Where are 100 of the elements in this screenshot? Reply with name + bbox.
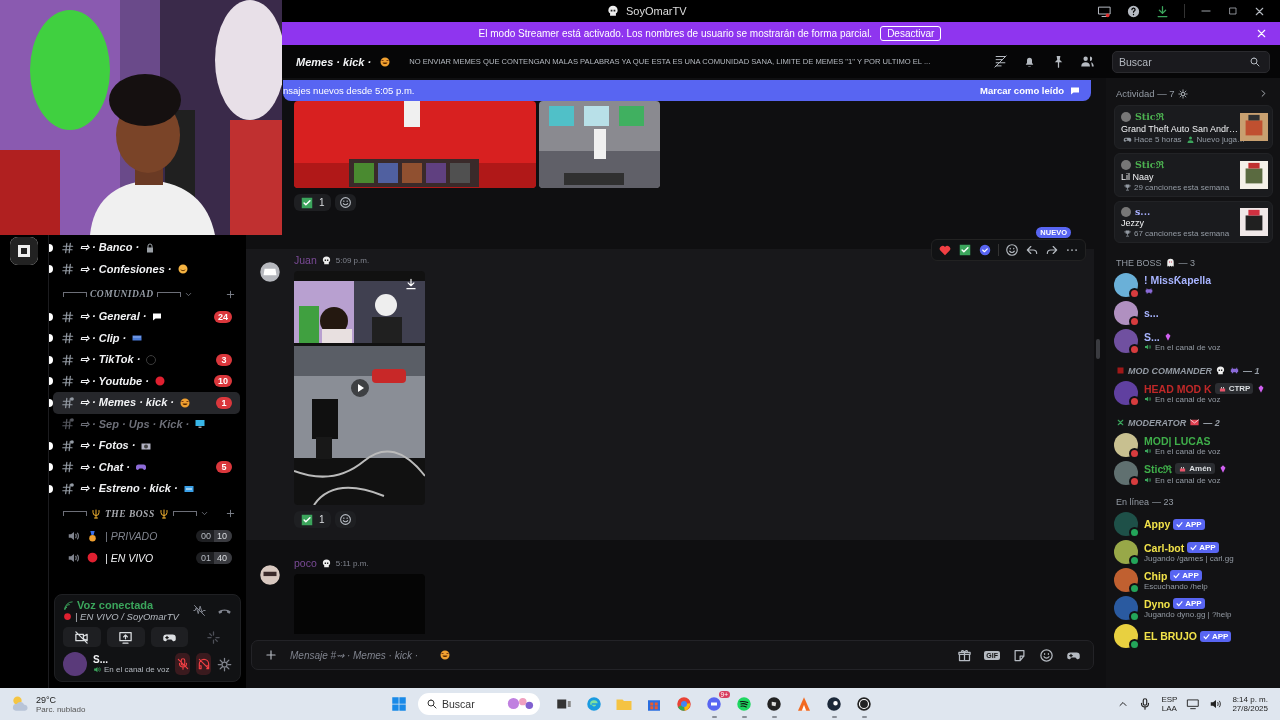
members-icon[interactable] <box>1080 54 1095 69</box>
activity-detail: Nuevo juga… <box>1196 135 1246 144</box>
activity-button[interactable] <box>150 627 189 647</box>
search-field[interactable]: Buscar <box>418 693 540 715</box>
microphone-button[interactable] <box>175 653 191 675</box>
member-item[interactable]: ! MissƘapella <box>1114 271 1273 299</box>
member-item[interactable]: s... <box>1114 299 1273 327</box>
temperature: 29°C <box>36 694 58 705</box>
game-launcher-icon[interactable] <box>825 695 843 713</box>
network-icon[interactable] <box>1186 697 1201 711</box>
download-icon[interactable] <box>404 277 418 291</box>
channel-item[interactable]: ⇨ · Sep · Ups · Kick · <box>53 413 240 435</box>
activity-card[interactable]: Sticℜ Lil Naay 29 canciones esta semana <box>1114 153 1273 197</box>
chat-app-icon[interactable] <box>705 695 723 713</box>
member-item[interactable]: Carl-bot APP Jugando /games | carl.gg <box>1114 538 1273 566</box>
recorder-icon[interactable] <box>855 695 873 713</box>
member-item[interactable]: Dyno APP Jugando dyno.gg | ?help <box>1114 594 1273 622</box>
add-reaction-button[interactable] <box>334 194 356 211</box>
user-name: s... <box>1135 206 1151 217</box>
music-app-icon[interactable] <box>735 695 753 713</box>
emoji-icon[interactable] <box>1039 647 1054 663</box>
voice-channel-name[interactable]: | EN VIVO / SoyOmarTV <box>75 611 179 622</box>
cake-icon <box>1217 384 1227 393</box>
member-item[interactable]: MOD| LUCAS En el canal de voz <box>1114 431 1273 459</box>
group-title: En línea <box>1116 497 1150 507</box>
member-name: Carl-bot <box>1144 541 1185 554</box>
add-attachment-icon[interactable] <box>264 648 278 662</box>
browser-icon[interactable] <box>675 695 693 713</box>
activity-detail: 29 canciones esta semana <box>1134 183 1230 192</box>
close-icon[interactable] <box>1255 27 1268 40</box>
add-reaction-button[interactable] <box>334 511 356 528</box>
member-activity: Jugando /games | carl.gg <box>1144 553 1234 563</box>
noise-suppression-icon[interactable] <box>192 603 207 618</box>
trident-icon <box>157 507 170 520</box>
user-avatar[interactable] <box>257 562 283 588</box>
screen-share-button[interactable] <box>106 627 145 647</box>
volume-icon[interactable] <box>1209 697 1224 711</box>
window-title: SoyOmarTV <box>626 5 687 17</box>
sticker-icon[interactable] <box>1012 647 1027 663</box>
add-channel-icon[interactable] <box>225 508 236 519</box>
activity-card[interactable]: Sticℜ Grand Theft Auto San Andr… Hace 5 horas Nuevo juga… <box>1114 105 1273 149</box>
reaction-button[interactable]: 1 <box>294 194 331 211</box>
checkmark-icon <box>1176 600 1184 607</box>
settings-icon[interactable] <box>217 656 232 672</box>
member-item[interactable]: Sticℜ Amén En el canal de voz <box>1114 459 1273 487</box>
skull-icon <box>606 4 620 18</box>
category-title[interactable]: COMUNIDAD <box>90 289 154 299</box>
activity-name: Jezzy <box>1121 218 1145 228</box>
member-item[interactable]: Chip APP Escuchando /help <box>1114 566 1273 594</box>
settings-icon[interactable] <box>1177 88 1188 99</box>
user-avatar[interactable] <box>257 259 283 285</box>
app-label: APP <box>1182 571 1199 580</box>
add-reaction-icon[interactable] <box>1005 243 1019 257</box>
help-icon[interactable] <box>1126 3 1141 19</box>
play-icon[interactable] <box>348 376 372 400</box>
member-item[interactable]: EL BRUJO APP <box>1114 622 1273 650</box>
smiley-icon <box>176 263 189 276</box>
camera-button[interactable] <box>63 627 101 647</box>
game-app-icon[interactable] <box>765 695 783 713</box>
verified-icon[interactable] <box>978 243 992 257</box>
reaction-button[interactable]: 1 <box>294 511 331 528</box>
skull-icon <box>320 254 332 266</box>
user-name: Sticℜ <box>1135 110 1164 123</box>
trophy-icon <box>1123 229 1132 238</box>
category-title[interactable]: THE BOSS <box>105 508 155 519</box>
mark-as-read-link[interactable]: Marcar como leído <box>980 85 1064 96</box>
checkmark-icon <box>300 195 314 210</box>
server-icon[interactable] <box>10 237 38 265</box>
trident-icon <box>90 507 102 520</box>
voice-channel-item[interactable]: | EN VIVO 01 40 <box>53 547 240 569</box>
activity-detail: Hace 5 horas <box>1134 135 1182 144</box>
checkmark-icon[interactable] <box>958 243 972 257</box>
scrollbar-thumb[interactable] <box>1096 339 1100 359</box>
unread-count: 10 <box>214 375 232 388</box>
member-item[interactable]: Appy APP <box>1114 510 1273 538</box>
sparkle-icon <box>205 629 221 645</box>
gift-icon[interactable] <box>957 647 973 663</box>
maximize-icon[interactable] <box>1227 5 1239 17</box>
add-channel-icon[interactable] <box>225 288 236 300</box>
screen-record-icon[interactable] <box>1097 3 1112 19</box>
search-field[interactable]: Buscar <box>1112 50 1270 73</box>
chevron-down-icon[interactable] <box>199 509 209 518</box>
group-title: MODERATOR <box>1128 417 1187 428</box>
download-icon[interactable] <box>1155 3 1170 19</box>
new-messages-bar[interactable]: nsajes nuevos desde 5:05 p.m. Marcar como leído <box>283 80 1091 101</box>
threads-icon[interactable] <box>993 54 1008 69</box>
heart-icon[interactable] <box>938 243 952 257</box>
forward-icon[interactable] <box>1045 243 1059 257</box>
headphones-button[interactable] <box>196 653 211 675</box>
user-avatar <box>1114 512 1138 536</box>
member-item[interactable]: HEAD MOD K CTRP En el canal de voz <box>1114 379 1273 407</box>
language-indicator[interactable]: ESP LAA <box>1161 695 1178 713</box>
member-item[interactable]: S... En el canal de voz <box>1114 327 1273 355</box>
deactivate-button[interactable]: Desactivar <box>880 26 942 41</box>
voice-channel-item[interactable]: | PRIVADO 00 10 <box>53 525 240 547</box>
speaker-icon <box>93 665 102 674</box>
start-icon[interactable] <box>390 695 408 713</box>
clock[interactable]: 8:14 p. m. 27/8/2025 <box>1232 695 1268 713</box>
activity-card[interactable]: s... Jezzy 67 canciones esta semana <box>1114 201 1273 243</box>
reply-icon[interactable] <box>1025 243 1039 257</box>
